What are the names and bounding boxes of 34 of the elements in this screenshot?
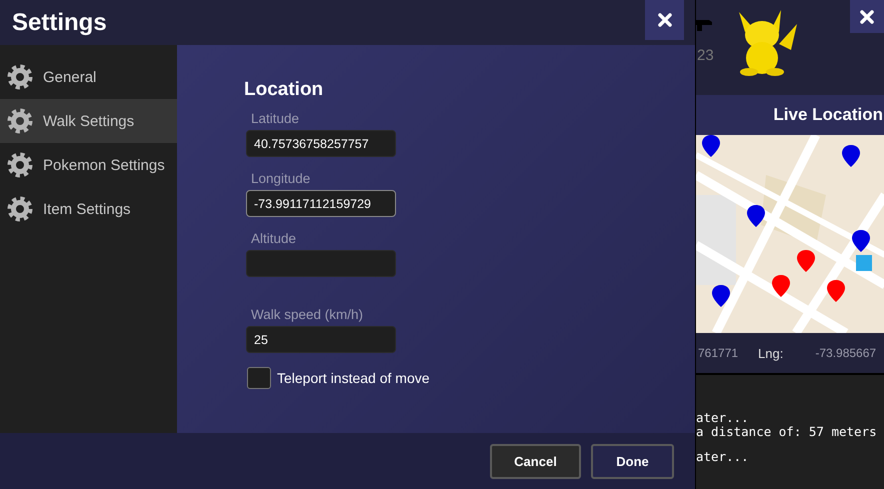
- field-label: Walk speed (km/h): [251, 307, 364, 322]
- header-title: Live Location: [773, 105, 883, 125]
- close-icon: [859, 8, 875, 24]
- gear-icon: [7, 152, 33, 178]
- field-label: Latitude: [251, 111, 300, 126]
- close-icon: [656, 12, 672, 28]
- longitude-value: -73.985667: [815, 346, 876, 360]
- dialog-title: Settings: [12, 8, 107, 36]
- sidebar-item[interactable]: Walk Settings: [0, 99, 178, 143]
- field-label: Longitude: [251, 171, 312, 186]
- sidebar-item[interactable]: General: [0, 55, 178, 99]
- console-line: a distance of: 57 meters: [696, 425, 877, 439]
- console-line: ater...: [696, 411, 749, 425]
- console-line: ater...: [696, 450, 749, 464]
- field-label: Altitude: [251, 231, 298, 246]
- longitude-label: Lng:: [758, 346, 784, 360]
- sidebar-item[interactable]: Item Settings: [0, 187, 178, 231]
- input-field[interactable]: 25: [246, 326, 396, 353]
- latitude-value: 761771: [698, 346, 738, 360]
- dialog-button[interactable]: Done: [591, 444, 674, 478]
- checkbox-label: Teleport instead of move: [277, 370, 430, 386]
- input-field[interactable]: [246, 250, 396, 277]
- checkbox[interactable]: [247, 367, 271, 389]
- gear-icon: [7, 64, 33, 90]
- close-button[interactable]: [850, 0, 884, 33]
- dialog-button[interactable]: Cancel: [490, 444, 581, 478]
- close-button[interactable]: [645, 0, 684, 40]
- sidebar-item[interactable]: Pokemon Settings: [0, 143, 178, 187]
- partial-text: 23: [697, 47, 714, 64]
- input-field[interactable]: -73.99117112159729: [246, 190, 396, 217]
- gear-icon: [7, 108, 33, 134]
- input-field[interactable]: 40.75736758257757: [246, 130, 396, 157]
- section-title: Location: [244, 79, 324, 101]
- gear-icon: [7, 196, 33, 222]
